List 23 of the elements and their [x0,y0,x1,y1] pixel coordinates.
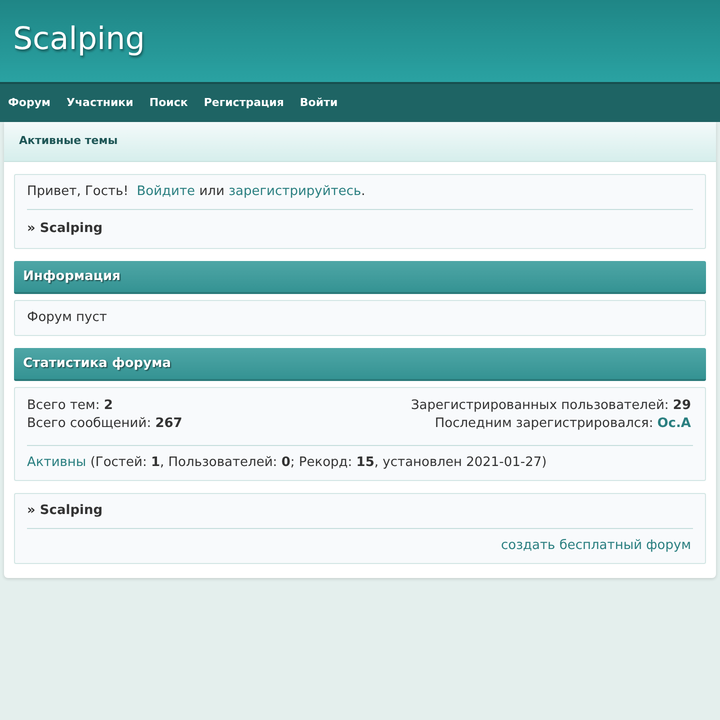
register-link[interactable]: зарегистрируйтесь [228,182,362,202]
user-link[interactable]: Ос.А [657,415,691,433]
create-forum-link[interactable]: создать бесплатный форум [500,536,691,556]
nav-link[interactable]: Регистрация [204,94,284,112]
stat-label: Последним зарегистрировался: [434,415,654,433]
active-topics-link[interactable]: Активные темы [19,133,118,150]
section-title: Статистика форума [23,354,171,373]
welcome-text: Привет, Гость! Войдите или зарегистрируйтесь. [27,175,693,210]
breadcrumb[interactable]: » Scalping [27,501,103,521]
section-title: Информация [23,268,120,286]
nav-link[interactable]: Войти [300,94,338,112]
stat-text: Всего тем: 2 [27,397,114,415]
login-link[interactable]: Войдите [136,182,196,202]
stat-text: Зарегистрированных пользователей: 29 [410,397,691,415]
nav-link[interactable]: Участники [66,94,134,112]
stat-text: Всего сообщений: 267 [27,415,182,433]
nav-link[interactable]: Поиск [149,94,188,112]
site-title[interactable]: Scalping [13,16,145,62]
online-text: Активны (Гостей: 1, Пользователей: 0; Рекорд: 15, установлен 2021-01-27) [27,446,693,480]
breadcrumb[interactable]: » Scalping [27,219,103,239]
info-text: Форум пуст [27,309,107,328]
online-link[interactable]: Активны [27,453,86,473]
nav-link[interactable]: Форум [8,94,51,112]
